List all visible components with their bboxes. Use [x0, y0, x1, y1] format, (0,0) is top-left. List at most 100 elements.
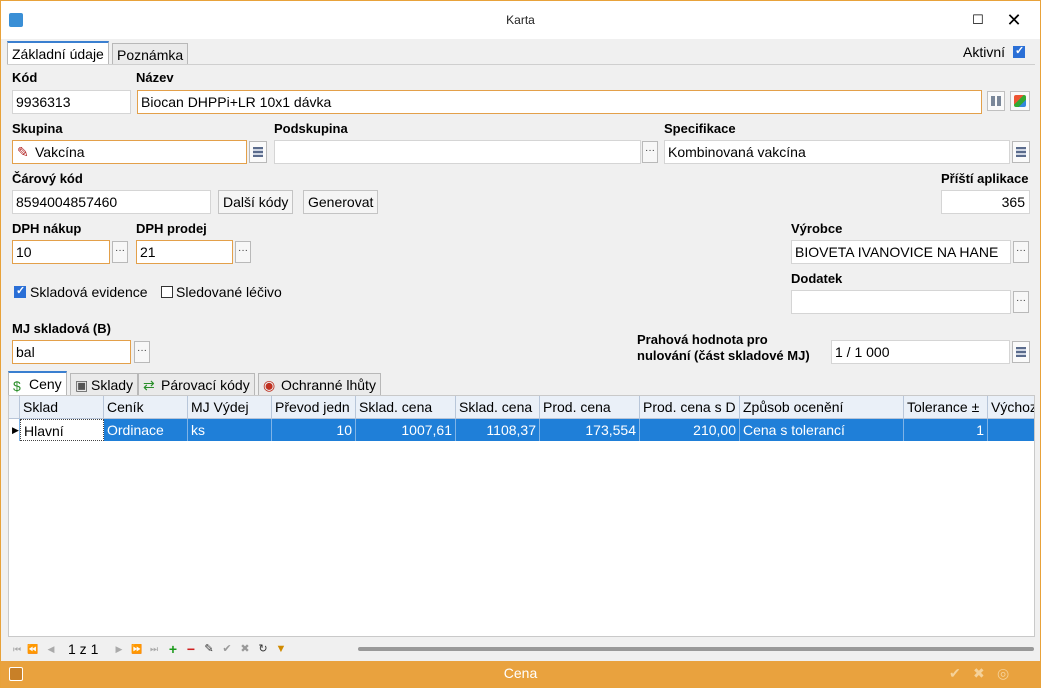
cell-tolerance[interactable]: 1 [904, 419, 988, 441]
cancel-status-icon[interactable]: ✖ [973, 665, 985, 682]
tab-ceny-label: Ceny [29, 376, 62, 392]
vyrobce-browse-button[interactable]: ··· [1013, 241, 1029, 263]
cell-cenik[interactable]: Ordinace [104, 419, 188, 441]
specifikace-list-button[interactable] [1012, 141, 1030, 163]
dalsi-kody-button[interactable]: Další kódy [218, 190, 294, 214]
column-header[interactable]: Výchoz [988, 396, 1034, 418]
refresh-icon[interactable] [1010, 91, 1030, 111]
generovat-button[interactable]: Generovat [303, 190, 379, 214]
filter-icon[interactable]: ▼ [274, 642, 288, 656]
tab-sklady[interactable]: ▣ Sklady [70, 373, 139, 395]
dph-prodej-field[interactable]: 21 [136, 240, 233, 264]
next-page-set-icon[interactable]: ⏩ [130, 642, 144, 656]
cancel-icon[interactable]: ✖ [238, 642, 252, 656]
skupina-list-button[interactable] [249, 141, 267, 163]
prev-page-set-icon[interactable]: ⏪ [26, 642, 40, 656]
carovy-kod-field[interactable]: 8594004857460 [12, 190, 211, 214]
edit-record-icon[interactable]: ✎ [202, 642, 216, 656]
table-row[interactable]: ▶ Hlavní Ordinace ks 10 1007,61 1108,37 … [9, 419, 1034, 441]
grid-view-icon[interactable] [987, 91, 1005, 111]
skupina-value: Vakcína [35, 144, 85, 160]
add-record-icon[interactable]: + [166, 642, 180, 656]
tab-ceny[interactable]: $ Ceny [8, 371, 67, 395]
confirm-icon[interactable]: ✔ [220, 642, 234, 656]
sledovane-lecivo-checkbox[interactable] [161, 286, 173, 298]
horizontal-scrollbar[interactable] [358, 647, 1034, 651]
prev-page-icon[interactable]: ◀ [44, 642, 58, 656]
title-bar: Karta ☐ ✕ [1, 1, 1040, 39]
delete-record-icon[interactable]: − [184, 642, 198, 656]
window-title: Karta [506, 13, 535, 27]
kod-label: Kód [12, 70, 38, 85]
dph-prodej-browse-button[interactable]: ··· [235, 241, 251, 263]
cell-vychozi[interactable]: 12 [988, 419, 1034, 441]
first-page-icon[interactable]: ⏮ [10, 642, 24, 656]
mj-skladova-field[interactable]: bal [12, 340, 131, 364]
row-pointer-icon: ▶ [9, 419, 20, 441]
tab-zakladni-udaje[interactable]: Základní údaje [7, 41, 109, 65]
column-header[interactable]: Ceník [104, 396, 188, 418]
podskupina-label: Podskupina [274, 121, 348, 136]
cell-prod-cena[interactable]: 173,554 [540, 419, 640, 441]
tab-parovaci-kody-label: Párovací kódy [161, 377, 250, 393]
vyrobce-field[interactable]: BIOVETA IVANOVICE NA HANE [791, 240, 1011, 264]
next-page-icon[interactable]: ▶ [112, 642, 126, 656]
mj-skladova-browse-button[interactable]: ··· [134, 341, 150, 363]
podskupina-browse-button[interactable]: ··· [642, 141, 658, 163]
pristi-aplikace-label: Příští aplikace [941, 171, 1029, 186]
column-header[interactable]: Převod jedn [272, 396, 356, 418]
specifikace-field[interactable]: Kombinovaná vakcína [664, 140, 1010, 164]
column-header[interactable]: Prod. cena [540, 396, 640, 418]
maximize-button[interactable]: ☐ [961, 7, 995, 33]
prahova-label-line1: Prahová hodnota pro [637, 332, 768, 347]
cell-prod-cena-s-dph[interactable]: 210,00 [640, 419, 740, 441]
specifikace-label: Specifikace [664, 121, 736, 136]
last-page-icon[interactable]: ⏭ [147, 642, 161, 656]
column-header[interactable]: Prod. cena s D [640, 396, 740, 418]
nazev-field[interactable]: Biocan DHPPi+LR 10x1 dávka [137, 90, 982, 114]
cell-mj-vydej[interactable]: ks [188, 419, 272, 441]
column-header[interactable]: Sklad [20, 396, 104, 418]
warehouse-icon: ▣ [75, 377, 89, 393]
refresh-records-icon[interactable]: ↻ [256, 642, 270, 656]
target-icon: ◉ [263, 377, 276, 393]
status-title: Cena [503, 665, 538, 681]
aktivni-checkbox[interactable] [1013, 44, 1025, 58]
prahova-field[interactable]: 1 / 1 000 [831, 340, 1010, 364]
skladova-evidence-checkbox[interactable] [14, 284, 26, 298]
dph-prodej-label: DPH prodej [136, 221, 207, 236]
kod-field[interactable]: 9936313 [12, 90, 131, 114]
status-bar: Cena ✔ ✖ ◎ [1, 661, 1040, 687]
tab-parovaci-kody[interactable]: ⇄ Párovací kódy [138, 373, 255, 395]
column-header[interactable]: MJ Výdej [188, 396, 272, 418]
tab-sklady-label: Sklady [91, 377, 134, 393]
cell-prevod-jedn[interactable]: 10 [272, 419, 356, 441]
confirm-status-icon[interactable]: ✔ [949, 665, 961, 682]
dph-nakup-field[interactable]: 10 [12, 240, 110, 264]
prahova-label-line2: nulování (část skladové MJ) [637, 348, 810, 363]
cell-sklad-cena-2[interactable]: 1108,37 [456, 419, 540, 441]
cell-sklad[interactable]: Hlavní [20, 419, 104, 441]
cell-zpusob-oceneni[interactable]: Cena s tolerancí [740, 419, 904, 441]
column-header[interactable]: Způsob ocenění [740, 396, 904, 418]
prahova-list-button[interactable] [1012, 341, 1030, 363]
column-header[interactable]: Sklad. cena [356, 396, 456, 418]
cell-sklad-cena[interactable]: 1007,61 [356, 419, 456, 441]
prices-grid[interactable]: Sklad Ceník MJ Výdej Převod jedn Sklad. … [8, 395, 1035, 637]
divider [7, 64, 1035, 65]
podskupina-field[interactable] [274, 140, 641, 164]
close-button[interactable]: ✕ [997, 7, 1031, 33]
row-indicator-header [9, 396, 20, 418]
help-status-icon[interactable]: ◎ [997, 665, 1009, 682]
carovy-kod-label: Čárový kód [12, 171, 83, 186]
tab-poznamka[interactable]: Poznámka [112, 43, 189, 65]
column-header[interactable]: Tolerance ± [904, 396, 988, 418]
dph-nakup-browse-button[interactable]: ··· [112, 241, 128, 263]
pristi-aplikace-field[interactable]: 365 [941, 190, 1030, 214]
skupina-field[interactable]: ✎ Vakcína [12, 140, 247, 164]
dodatek-browse-button[interactable]: ··· [1013, 291, 1029, 313]
dodatek-field[interactable] [791, 290, 1011, 314]
skupina-label: Skupina [12, 121, 63, 136]
tab-ochranne-lhuty[interactable]: ◉ Ochranné lhůty [258, 373, 381, 395]
column-header[interactable]: Sklad. cena [456, 396, 540, 418]
